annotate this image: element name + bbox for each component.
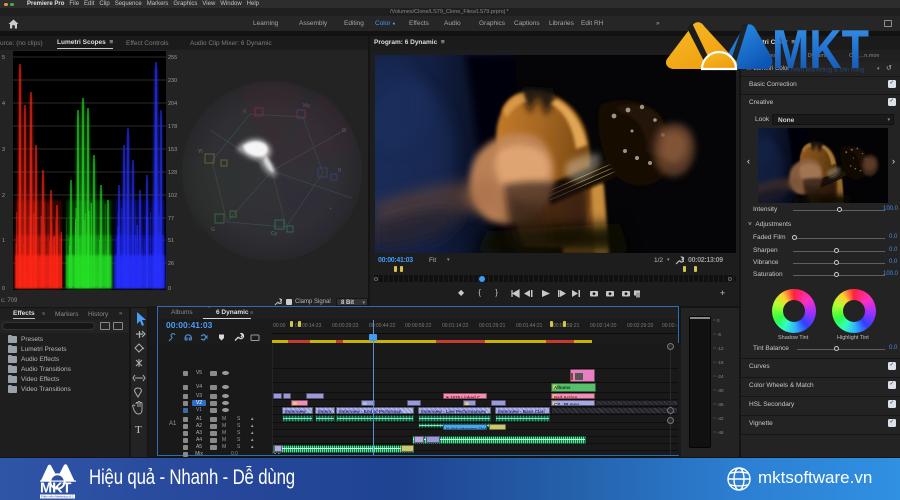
svg-text:T: T [135, 424, 142, 436]
svg-text:0: 0 [2, 286, 5, 291]
svg-text:0: 0 [717, 318, 720, 323]
svg-text:230: 230 [168, 78, 177, 84]
svg-text:26: 26 [168, 261, 174, 267]
svg-text:O: O [342, 128, 346, 134]
svg-text:Phần mềm Marketing số 1: Phần mềm Marketing số 1 [41, 494, 74, 498]
svg-text:+: + [329, 206, 332, 212]
svg-text:4: 4 [2, 101, 5, 107]
svg-text:-48: -48 [717, 430, 724, 435]
svg-text:Phần mềm Marketing & bán hàng: Phần mềm Marketing & bán hàng [775, 68, 864, 74]
svg-text:5: 5 [2, 55, 5, 61]
svg-text:51: 51 [168, 238, 174, 244]
svg-text:Cy: Cy [271, 231, 278, 237]
svg-text:Yl: Yl [198, 149, 202, 155]
svg-text:102: 102 [168, 193, 177, 199]
svg-text:-12: -12 [717, 346, 724, 351]
svg-text:255: 255 [168, 55, 177, 61]
svg-text:G: G [211, 227, 215, 233]
svg-text:153: 153 [168, 147, 177, 153]
svg-text:-6: -6 [717, 332, 721, 337]
svg-text:178: 178 [168, 124, 177, 130]
svg-text:3: 3 [2, 147, 5, 153]
svg-text:128: 128 [168, 170, 177, 176]
svg-text:-24: -24 [717, 374, 724, 379]
svg-text:-18: -18 [717, 360, 724, 365]
svg-text:R: R [243, 109, 247, 115]
svg-text:-42: -42 [717, 416, 724, 421]
svg-text:0: 0 [168, 286, 171, 291]
svg-text:-30: -30 [717, 388, 724, 393]
svg-text:1: 1 [2, 238, 5, 244]
svg-text:-36: -36 [717, 402, 724, 407]
svg-text:77: 77 [168, 216, 174, 222]
svg-text:204: 204 [168, 101, 177, 107]
svg-text:2: 2 [2, 193, 5, 199]
svg-text:Mg: Mg [303, 103, 310, 109]
